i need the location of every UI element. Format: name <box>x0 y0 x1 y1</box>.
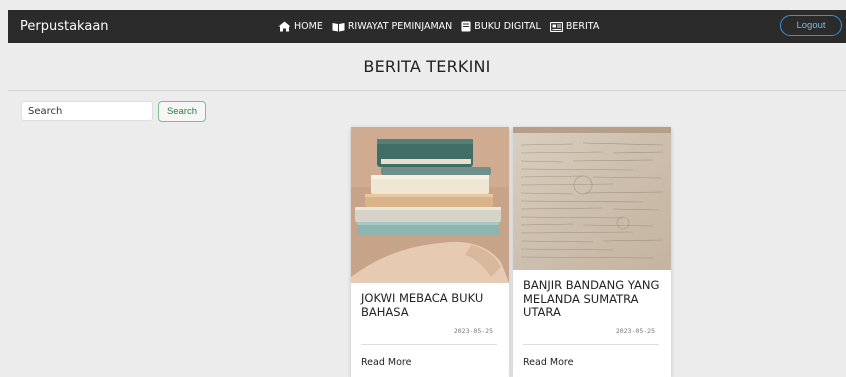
card-title[interactable]: JOKWI MEBACA BUKU BAHASA <box>361 291 501 319</box>
nav-label-riwayat: RIWAYAT PEMINJAMAN <box>347 21 453 32</box>
book-icon <box>461 21 471 32</box>
news-card: JOKWI MEBACA BUKU BAHASA 2023-05-25 Read… <box>351 127 509 377</box>
read-more-link[interactable]: Read More <box>523 357 573 368</box>
page-title: BERITA TERKINI <box>363 57 491 76</box>
nav-item-buku-digital[interactable]: BUKU DIGITAL <box>461 21 541 32</box>
nav-label-berita: BERITA <box>565 21 600 32</box>
page-header: BERITA TERKINI <box>8 43 846 91</box>
card-divider <box>361 344 497 345</box>
brand-title[interactable]: Perpustakaan <box>20 10 109 43</box>
card-date: 2023-05-25 <box>615 327 655 335</box>
book-stack-photo <box>351 127 509 283</box>
nav-item-riwayat-peminjaman[interactable]: RIWAYAT PEMINJAMAN <box>332 21 452 32</box>
card-date: 2023-05-25 <box>453 327 493 335</box>
newspaper-icon <box>549 21 563 32</box>
search-button[interactable]: Search <box>158 101 206 122</box>
nav-menu: HOME RIWAYAT PEMINJAMAN BUKU DIGITAL BER… <box>278 10 599 43</box>
nav-label-home: HOME <box>294 21 323 32</box>
card-title[interactable]: BANJIR BANDANG YANG MELANDA SUMATRA UTAR… <box>523 278 663 320</box>
search-input[interactable] <box>21 101 153 121</box>
news-card: BANJIR BANDANG YANG MELANDA SUMATRA UTAR… <box>513 127 671 377</box>
book-open-icon <box>332 22 345 32</box>
nav-label-buku-digital: BUKU DIGITAL <box>474 21 541 32</box>
card-divider <box>523 344 659 345</box>
home-icon <box>278 21 291 32</box>
nav-item-berita[interactable]: BERITA <box>549 21 600 32</box>
logout-button[interactable]: Logout <box>780 15 842 36</box>
nav-item-home[interactable]: HOME <box>278 21 323 32</box>
navbar: Perpustakaan HOME RIWAYAT PEMINJAMAN BUK… <box>8 10 846 43</box>
old-manuscript-photo <box>513 127 671 270</box>
read-more-link[interactable]: Read More <box>361 357 411 368</box>
